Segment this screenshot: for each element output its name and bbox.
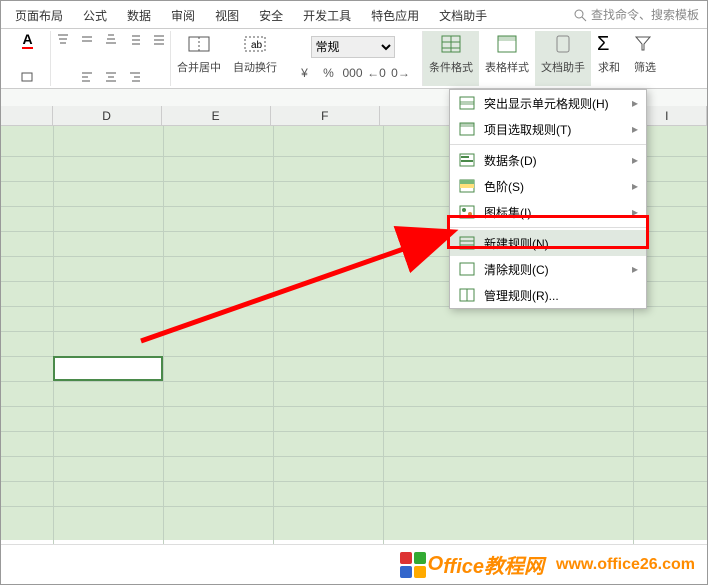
tab-doc-helper[interactable]: 文档助手: [429, 1, 497, 28]
chevron-right-icon: ▸: [632, 205, 638, 219]
icon-sets-icon: [458, 203, 476, 221]
chevron-right-icon: ▸: [632, 179, 638, 193]
menu-separator: [450, 227, 646, 228]
font-color-icon[interactable]: A: [19, 31, 37, 49]
menu-manage-rules[interactable]: 管理规则(R)...: [450, 282, 646, 308]
top-bottom-icon: [458, 120, 476, 138]
column-f[interactable]: F: [271, 106, 380, 126]
tab-security[interactable]: 安全: [249, 1, 293, 28]
color-scales-icon: [458, 177, 476, 195]
tab-apps[interactable]: 特色应用: [361, 1, 429, 28]
sum-icon: Σ: [597, 33, 621, 57]
menu-color-scales[interactable]: 色阶(S) ▸: [450, 173, 646, 199]
tab-data[interactable]: 数据: [117, 1, 161, 28]
brand-url: www.office26.com: [556, 556, 695, 574]
selected-cell[interactable]: [53, 356, 163, 381]
ribbon: A 合并居中 ab 自动换行 常规 ¥ %: [1, 29, 707, 89]
number-format-group: 常规 ¥ % 000 ←0 0→: [283, 31, 423, 86]
menu-data-bars[interactable]: 数据条(D) ▸: [450, 147, 646, 173]
menu-separator: [450, 144, 646, 145]
wrap-icon: ab: [243, 33, 267, 57]
merge-icon: [187, 33, 211, 57]
search-icon: [573, 8, 587, 22]
filter-button[interactable]: 筛选: [627, 31, 663, 86]
menu-icon-sets[interactable]: 图标集(I) ▸: [450, 199, 646, 225]
menu-label: 突出显示单元格规则(H): [484, 95, 609, 112]
table-style-button[interactable]: 表格样式: [479, 31, 535, 86]
conditional-format-label: 条件格式: [429, 59, 473, 75]
conditional-format-button[interactable]: 条件格式: [423, 31, 479, 86]
align-bottom-icon[interactable]: [102, 31, 120, 49]
format-painter-icon[interactable]: [19, 68, 37, 86]
align-right-icon[interactable]: [126, 68, 144, 86]
menu-label: 管理规则(R)...: [484, 287, 559, 304]
align-middle-icon[interactable]: [78, 31, 96, 49]
conditional-format-menu: 突出显示单元格规则(H) ▸ 项目选取规则(T) ▸ 数据条(D) ▸ 色阶(S…: [449, 89, 647, 309]
tab-review[interactable]: 审阅: [161, 1, 205, 28]
filter-label: 筛选: [634, 59, 656, 75]
percent-icon[interactable]: %: [320, 64, 338, 82]
decrease-decimal-icon[interactable]: 0→: [392, 64, 410, 82]
wrap-text-button[interactable]: ab 自动换行: [227, 31, 283, 86]
svg-text:ab: ab: [251, 40, 263, 51]
doc-helper-label: 文档助手: [541, 59, 585, 75]
menu-label: 新建规则(N)...: [484, 235, 559, 252]
new-rule-icon: [458, 234, 476, 252]
increase-decimal-icon[interactable]: ←0: [368, 64, 386, 82]
menu-top-bottom-rules[interactable]: 项目选取规则(T) ▸: [450, 116, 646, 142]
font-group: A: [5, 31, 51, 86]
menu-label: 数据条(D): [484, 152, 537, 169]
footer: Office教程网 www.office26.com: [1, 544, 707, 584]
indent-increase-icon[interactable]: [150, 31, 168, 49]
align-group: [51, 31, 171, 86]
menu-highlight-rules[interactable]: 突出显示单元格规则(H) ▸: [450, 90, 646, 116]
tab-page-layout[interactable]: 页面布局: [5, 1, 73, 28]
menu-label: 清除规则(C): [484, 261, 549, 278]
column-d[interactable]: D: [53, 106, 162, 126]
brand-logo: Office教程网: [398, 550, 544, 580]
search-placeholder: 查找命令、搜索模板: [591, 6, 699, 23]
highlight-rules-icon: [458, 94, 476, 112]
manage-rules-icon: [458, 286, 476, 304]
wrap-label: 自动换行: [233, 59, 277, 75]
tab-view[interactable]: 视图: [205, 1, 249, 28]
merge-center-button[interactable]: 合并居中: [171, 31, 227, 86]
chevron-right-icon: ▸: [632, 96, 638, 110]
table-style-icon: [495, 33, 519, 57]
table-style-label: 表格样式: [485, 59, 529, 75]
merge-label: 合并居中: [177, 59, 221, 75]
menu-label: 图标集(I): [484, 204, 531, 221]
tab-dev-tools[interactable]: 开发工具: [293, 1, 361, 28]
tab-formula[interactable]: 公式: [73, 1, 117, 28]
clear-rules-icon: [458, 260, 476, 278]
menu-label: 项目选取规则(T): [484, 121, 571, 138]
chevron-right-icon: ▸: [632, 262, 638, 276]
ribbon-tabs: 页面布局 公式 数据 审阅 视图 安全 开发工具 特色应用 文档助手 查找命令、…: [1, 1, 707, 29]
sum-button[interactable]: Σ 求和: [591, 31, 627, 86]
brand-text: ffice教程网: [443, 550, 544, 579]
align-left-icon[interactable]: [78, 68, 96, 86]
sum-label: 求和: [598, 59, 620, 75]
filter-icon: [633, 33, 657, 57]
indent-decrease-icon[interactable]: [126, 31, 144, 49]
menu-clear-rules[interactable]: 清除规则(C) ▸: [450, 256, 646, 282]
menu-new-rule[interactable]: 新建规则(N)...: [450, 230, 646, 256]
menu-label: 色阶(S): [484, 178, 524, 195]
currency-icon[interactable]: ¥: [296, 64, 314, 82]
conditional-format-icon: [439, 33, 463, 57]
align-center-icon[interactable]: [102, 68, 120, 86]
doc-helper-icon: [551, 33, 575, 57]
search-box[interactable]: 查找命令、搜索模板: [565, 1, 707, 28]
logo-icon: [398, 550, 428, 580]
number-format-select[interactable]: 常规: [311, 36, 395, 58]
comma-icon[interactable]: 000: [344, 64, 362, 82]
chevron-right-icon: ▸: [632, 153, 638, 167]
chevron-right-icon: ▸: [632, 122, 638, 136]
brand-o: O: [428, 553, 444, 576]
align-top-icon[interactable]: [54, 31, 72, 49]
doc-helper-button[interactable]: 文档助手: [535, 31, 591, 86]
column-e[interactable]: E: [162, 106, 271, 126]
data-bars-icon: [458, 151, 476, 169]
